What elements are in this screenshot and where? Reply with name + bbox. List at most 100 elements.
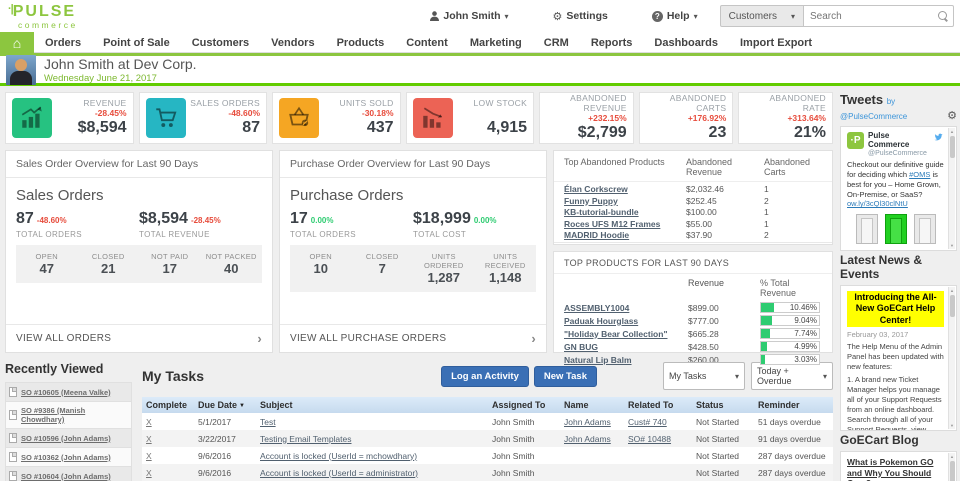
recently-viewed-item[interactable]: SO #10605 (Meena Valke) bbox=[5, 382, 132, 401]
stat-value: 7 bbox=[352, 261, 414, 276]
tweet-media-image[interactable] bbox=[847, 214, 944, 246]
recently-viewed-item[interactable]: SO #10362 (John Adams) bbox=[5, 447, 132, 466]
home-button[interactable] bbox=[0, 32, 34, 53]
twitter-bird-icon[interactable] bbox=[933, 132, 944, 142]
tweet-account-name[interactable]: Pulse Commerce bbox=[868, 132, 929, 150]
nav-item-orders[interactable]: Orders bbox=[34, 32, 92, 53]
tweets-scrollbar[interactable] bbox=[948, 128, 955, 249]
kpi-revenue[interactable]: REVENUE -28.45% $8,594 bbox=[5, 92, 134, 144]
task-subject-link[interactable]: Account is locked (UserId = administrato… bbox=[260, 468, 418, 478]
greeting-title: John Smith at Dev Corp. bbox=[44, 56, 197, 72]
abandoned-products-panel: Top Abandoned Products Abandoned Revenue… bbox=[553, 150, 833, 245]
recently-viewed-link[interactable]: SO #10596 (John Adams) bbox=[21, 434, 111, 443]
complete-link[interactable]: X bbox=[146, 451, 152, 461]
recently-viewed-link[interactable]: SO #10604 (John Adams) bbox=[21, 472, 111, 481]
tweet-hashtag-link[interactable]: #OMS bbox=[909, 170, 930, 179]
news-scrollbar[interactable] bbox=[948, 287, 955, 429]
task-subject-link[interactable]: Test bbox=[260, 417, 276, 427]
kpi-label: LOW STOCK bbox=[453, 99, 528, 109]
tweet-url-link[interactable]: ow.ly/3cQl30clNtU bbox=[847, 199, 908, 208]
chevron-down-icon bbox=[823, 371, 827, 381]
recently-viewed-link[interactable]: SO #9386 (Manish Chowdhary) bbox=[21, 406, 128, 424]
task-subject-link[interactable]: Testing Email Templates bbox=[260, 434, 352, 444]
task-related-link[interactable]: SO# 10488 bbox=[628, 434, 671, 444]
nav-item-customers[interactable]: Customers bbox=[181, 32, 260, 53]
kpi-sales-orders[interactable]: SALES ORDERS -48.60% 87 bbox=[139, 92, 268, 144]
product-link[interactable]: Élan Corkscrew bbox=[564, 184, 628, 194]
product-link[interactable]: MADRID Hoodie bbox=[564, 230, 629, 240]
complete-link[interactable]: X bbox=[146, 417, 152, 427]
task-name-link[interactable]: John Adams bbox=[564, 417, 611, 427]
task-assigned-to: John Smith bbox=[488, 430, 560, 447]
tweets-settings-icon[interactable] bbox=[947, 107, 957, 122]
recently-viewed-link[interactable]: SO #10362 (John Adams) bbox=[21, 453, 111, 462]
blog-title: GoECart Blog bbox=[840, 433, 957, 447]
task-related-link[interactable]: Cust# 740 bbox=[628, 417, 667, 427]
complete-link[interactable]: X bbox=[146, 434, 152, 444]
document-icon bbox=[9, 433, 17, 443]
kpi-abandoned-carts[interactable]: ABANDONED CARTS +176.92% 23 bbox=[639, 92, 734, 144]
product-link[interactable]: "Holiday Bear Collection" bbox=[564, 329, 667, 339]
recently-viewed-item[interactable]: SO #10596 (John Adams) bbox=[5, 428, 132, 447]
product-link[interactable]: Funny Puppy bbox=[564, 196, 618, 206]
product-link[interactable]: GN BUG bbox=[564, 342, 598, 352]
recently-viewed-link[interactable]: SO #10605 (Meena Valke) bbox=[21, 388, 111, 397]
task-name-link[interactable]: John Adams bbox=[564, 434, 611, 444]
product-link[interactable]: ASSEMBLY1004 bbox=[564, 303, 629, 313]
news-headline-link[interactable]: Introducing the All-New GoECart Help Cen… bbox=[847, 291, 944, 327]
nav-item-products[interactable]: Products bbox=[326, 32, 396, 53]
kpi-low-stock[interactable]: LOW STOCK 4,915 bbox=[406, 92, 535, 144]
kpi-value: 4,915 bbox=[453, 119, 528, 137]
blog-scrollbar[interactable] bbox=[948, 453, 955, 481]
nav-item-dashboards[interactable]: Dashboards bbox=[643, 32, 729, 53]
chevron-right-icon bbox=[531, 331, 536, 346]
log-activity-button[interactable]: Log an Activity bbox=[441, 366, 529, 387]
kpi-abandoned-rate[interactable]: ABANDONED RATE +313.64% 21% bbox=[738, 92, 833, 144]
help-menu[interactable]: Help bbox=[630, 10, 720, 22]
recently-viewed-item[interactable]: SO #9386 (Manish Chowdhary) bbox=[5, 401, 132, 428]
view-all-purchase-orders-link[interactable]: VIEW ALL PURCHASE ORDERS bbox=[280, 324, 546, 352]
tasks-range-select[interactable]: Today + Overdue bbox=[751, 362, 833, 390]
nav-item-content[interactable]: Content bbox=[395, 32, 459, 53]
view-all-orders-link[interactable]: VIEW ALL ORDERS bbox=[6, 324, 272, 352]
purchase-substats: OPEN10 CLOSED7 UNITS ORDERED1,287 UNITS … bbox=[290, 245, 536, 292]
purchase-total-cost-label: TOTAL COST bbox=[413, 230, 536, 239]
nav-item-import-export[interactable]: Import Export bbox=[729, 32, 823, 53]
col-subject[interactable]: Subject bbox=[256, 397, 488, 413]
search-input[interactable] bbox=[804, 5, 954, 27]
blog-headline-link[interactable]: What is Pokemon GO and Why You Should Ca… bbox=[847, 457, 944, 481]
col-reminder[interactable]: Reminder bbox=[754, 397, 833, 413]
col-name[interactable]: Name bbox=[560, 397, 624, 413]
kpi-abandoned-revenue[interactable]: ABANDONED REVENUE +232.15% $2,799 bbox=[539, 92, 634, 144]
tweet-text: Checkout our definitive guide for decidi… bbox=[847, 160, 944, 209]
search-icon[interactable] bbox=[938, 11, 948, 21]
abandoned-row: Funny Puppy $252.45 2 bbox=[554, 196, 832, 208]
product-revenue: $428.50 bbox=[688, 342, 760, 352]
kpi-label: ABANDONED CARTS bbox=[646, 94, 727, 114]
product-link[interactable]: Paduak Hourglass bbox=[564, 316, 638, 326]
col-assigned-to[interactable]: Assigned To bbox=[488, 397, 560, 413]
search-scope-select[interactable]: Customers bbox=[720, 5, 804, 27]
nav-item-reports[interactable]: Reports bbox=[580, 32, 644, 53]
col-related-to[interactable]: Related To bbox=[624, 397, 692, 413]
recently-viewed-item[interactable]: SO #10604 (John Adams) bbox=[5, 466, 132, 481]
nav-item-vendors[interactable]: Vendors bbox=[260, 32, 325, 53]
product-link[interactable]: Roces UFS M12 Frames bbox=[564, 219, 660, 229]
settings-menu[interactable]: Settings bbox=[531, 10, 630, 23]
stat-label: NOT PACKED bbox=[201, 252, 263, 261]
help-icon bbox=[652, 11, 663, 22]
logo-sub: commerce bbox=[18, 21, 78, 30]
new-task-button[interactable]: New Task bbox=[534, 366, 597, 387]
nav-item-crm[interactable]: CRM bbox=[533, 32, 580, 53]
col-status[interactable]: Status bbox=[692, 397, 754, 413]
product-link[interactable]: KB-tutorial-bundle bbox=[564, 207, 639, 217]
tweet-account-handle[interactable]: @PulseCommerce bbox=[868, 150, 929, 158]
nav-item-marketing[interactable]: Marketing bbox=[459, 32, 533, 53]
nav-item-point-of-sale[interactable]: Point of Sale bbox=[92, 32, 181, 53]
task-subject-link[interactable]: Account is locked (UserId = mchowdhary) bbox=[260, 451, 417, 461]
complete-link[interactable]: X bbox=[146, 468, 152, 478]
user-menu[interactable]: John Smith bbox=[408, 10, 530, 22]
col-complete[interactable]: Complete bbox=[142, 397, 194, 413]
kpi-units-sold[interactable]: UNITS SOLD -30.18% 437 bbox=[272, 92, 401, 144]
tasks-type-select[interactable]: My Tasks bbox=[663, 362, 745, 390]
